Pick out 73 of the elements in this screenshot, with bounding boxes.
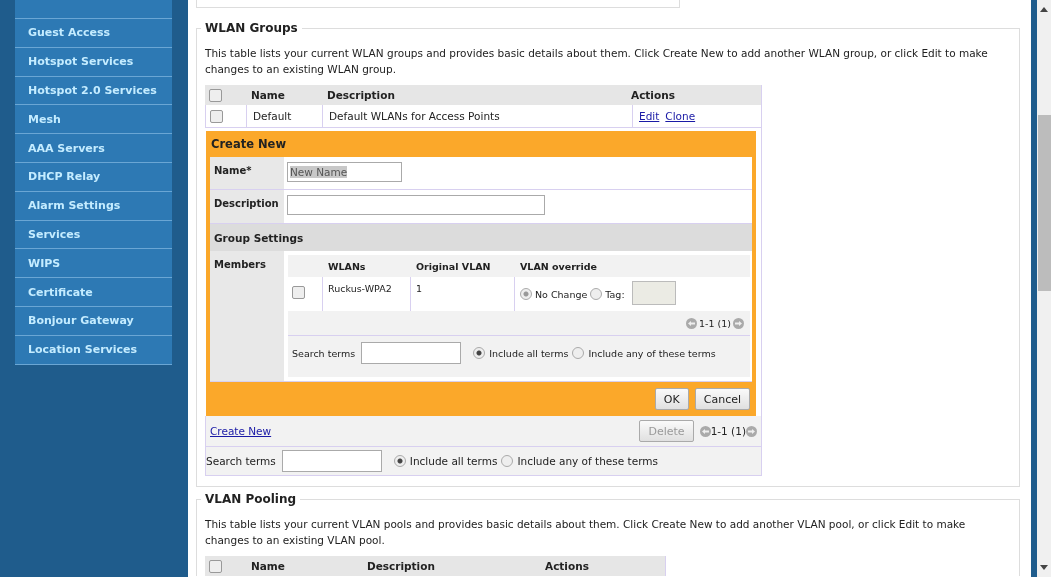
- checkbox[interactable]: [292, 286, 305, 299]
- radio-button[interactable]: [590, 288, 603, 300]
- table-cell: Ruckus-WPA2: [322, 277, 410, 311]
- sidebar-item[interactable]: WIPS: [15, 249, 172, 279]
- name-field[interactable]: New Name: [287, 162, 402, 182]
- radio-button[interactable]: [572, 347, 585, 359]
- sidebar-item[interactable]: [15, 0, 172, 19]
- column-header: Description: [326, 89, 396, 101]
- column-header: Name: [250, 89, 286, 101]
- field-label: Name*: [210, 157, 284, 189]
- scroll-up-icon[interactable]: [1040, 7, 1048, 12]
- column-header: Original VLAN: [415, 260, 492, 272]
- search-label: Search terms: [206, 455, 276, 467]
- sidebar-item[interactable]: Hotspot 2.0 Services: [15, 76, 172, 106]
- search-label: Search terms: [292, 347, 356, 359]
- radio-button[interactable]: [520, 288, 532, 300]
- option-label: Include any of these terms: [517, 455, 658, 467]
- search-field[interactable]: [361, 342, 462, 364]
- field-label: Description: [210, 190, 284, 223]
- create-new-link[interactable]: Create New: [210, 425, 272, 437]
- previous-page-icon[interactable]: [699, 425, 711, 437]
- column-header: VLAN override: [519, 260, 599, 272]
- ok-button[interactable]: OK: [654, 388, 689, 410]
- cancel-button[interactable]: Cancel: [694, 388, 750, 410]
- column-header: WLANs: [327, 260, 367, 272]
- search-field[interactable]: [281, 450, 382, 472]
- group-settings-bar: Group Settings: [210, 224, 752, 251]
- sidebar-item[interactable]: Bonjour Gateway: [15, 306, 172, 336]
- sidebar-item[interactable]: AAA Servers: [15, 134, 172, 163]
- pager-text: 1-1 (1): [699, 317, 731, 329]
- checkbox[interactable]: [210, 109, 223, 123]
- section-title: VLAN Pooling: [204, 492, 298, 506]
- checkbox[interactable]: [209, 88, 222, 102]
- scroll-thumb[interactable]: [1037, 115, 1051, 291]
- section-title: WLAN Groups: [204, 21, 299, 35]
- field-label: Members: [210, 251, 284, 381]
- option-label: Include all terms: [409, 455, 498, 467]
- option-label: Include all terms: [489, 347, 569, 359]
- sidebar-item[interactable]: DHCP Relay: [15, 163, 172, 192]
- next-page-icon[interactable]: [733, 317, 744, 329]
- radio-button[interactable]: [473, 347, 486, 359]
- option-label: No Change: [535, 288, 588, 300]
- section-description: This table lists your current VLAN pools and provides basic details about them. Click Create New to add another VLAN pool, or click Edit to make changes to an existing VLAN pool.: [205, 517, 967, 548]
- column-header: Name: [250, 560, 286, 572]
- radio-button[interactable]: [393, 455, 406, 467]
- action-link[interactable]: Edit: [639, 110, 660, 122]
- sidebar-item[interactable]: Certificate: [15, 278, 172, 307]
- sidebar-item[interactable]: Location Services: [15, 335, 172, 365]
- form-title: Create New: [210, 136, 288, 153]
- checkbox[interactable]: [209, 559, 222, 573]
- radio-button[interactable]: [501, 455, 514, 467]
- option-label: Tag:: [605, 288, 625, 300]
- section-description: This table lists your current WLAN groups and provides basic details about them. Click Create New to add another WLAN group, or click Edit to make changes to an existing WLAN group.: [205, 46, 989, 77]
- sidebar-item[interactable]: Services: [15, 220, 172, 250]
- next-page-icon[interactable]: [746, 425, 757, 437]
- sidebar-item[interactable]: Hotspot Services: [15, 47, 172, 77]
- tag-field[interactable]: [631, 280, 676, 305]
- column-header: Actions: [544, 560, 590, 572]
- table-cell: Default: [246, 105, 322, 127]
- scroll-down-icon[interactable]: [1040, 565, 1048, 570]
- sidebar-item[interactable]: Guest Access: [15, 19, 172, 48]
- column-header: Description: [366, 560, 436, 572]
- sidebar-item[interactable]: Alarm Settings: [15, 191, 172, 221]
- description-field[interactable]: [287, 195, 545, 215]
- column-header: Actions: [631, 89, 676, 101]
- pager-text: 1-1 (1): [710, 425, 746, 437]
- table-cell: Default WLANs for Access Points: [322, 105, 632, 127]
- action-link[interactable]: Clone: [665, 110, 696, 122]
- sidebar-item[interactable]: Mesh: [15, 105, 172, 135]
- table-cell: 1: [410, 277, 514, 311]
- scrollbar[interactable]: [1037, 0, 1051, 577]
- previous-page-icon[interactable]: [686, 317, 697, 329]
- option-label: Include any of these terms: [588, 347, 716, 359]
